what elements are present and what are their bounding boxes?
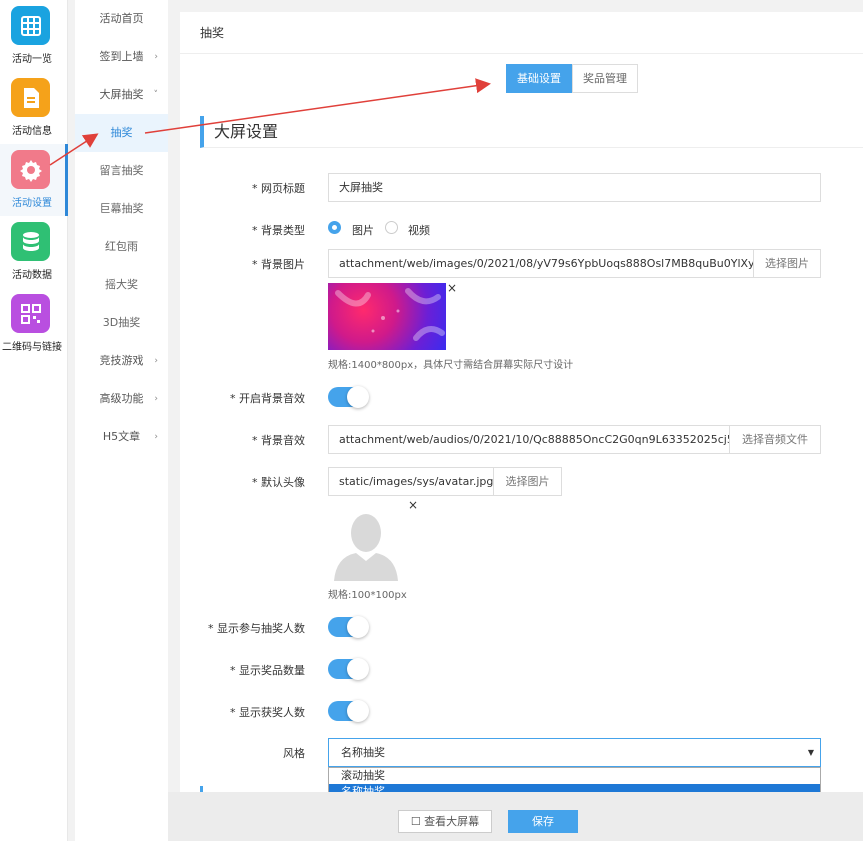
submenu-item-message-lottery[interactable]: 留言抽奖 (75, 152, 168, 190)
bg-sound-label: * 背景音效 (252, 434, 305, 447)
submenu-item-advanced[interactable]: 高级功能 › (75, 380, 168, 418)
remove-bg-image-icon[interactable]: × (447, 281, 457, 295)
submenu-item-3d-lottery[interactable]: 3D抽奖 (75, 304, 168, 342)
submenu-label: 3D抽奖 (102, 316, 141, 329)
submenu-item-giant-screen-lottery[interactable]: 巨幕抽奖 (75, 190, 168, 228)
show-prizes-toggle[interactable] (328, 658, 369, 680)
caret-down-icon: ▼ (807, 748, 814, 757)
rail-label: 活动信息 (12, 126, 52, 137)
rail-label: 二维码与链接 (2, 342, 62, 353)
app-rail: 活动一览 活动信息 活动设置 活动数据 二维码与链接 (0, 0, 68, 841)
avatar-label: * 默认头像 (252, 476, 305, 489)
select-bg-image-button[interactable]: 选择图片 (753, 249, 821, 278)
bg-image-input[interactable]: attachment/web/images/0/2021/08/yV79s6Yp… (328, 249, 754, 278)
radio-video-label: 视频 (408, 224, 430, 237)
show-prizes-label: * 显示奖品数量 (230, 664, 305, 677)
page-title-input[interactable]: 大屏抽奖 (328, 173, 821, 202)
panel-title: 抽奖 (180, 12, 863, 54)
rail-item-activity-list[interactable]: 活动一览 (0, 0, 68, 72)
style-option[interactable]: 滚动抽奖 (329, 768, 820, 784)
submenu-label: 大屏抽奖 (99, 88, 144, 101)
save-button[interactable]: 保存 (508, 810, 578, 833)
rail-label: 活动数据 (12, 270, 52, 281)
chevron-right-icon: › (154, 356, 158, 366)
show-winners-toggle[interactable] (328, 700, 369, 722)
submenu-label: 签到上墙 (99, 50, 144, 63)
submenu-label: 抽奖 (110, 126, 133, 139)
chevron-down-icon: ˅ (153, 90, 159, 100)
submenu-item-home[interactable]: 活动首页 (75, 0, 168, 38)
monitor-icon: ☐ (410, 815, 425, 828)
bg-image-label: * 背景图片 (252, 258, 305, 271)
document-icon (11, 78, 50, 117)
radio-video[interactable] (385, 221, 398, 234)
submenu-label: 巨幕抽奖 (99, 202, 144, 215)
main-panel: 抽奖 基础设置 奖品管理 大屏设置 * 网页标题 大屏抽奖 * 背景类型 图片 … (180, 12, 863, 841)
qrcode-icon (11, 294, 50, 333)
avatar-preview (330, 505, 402, 581)
database-icon (11, 222, 50, 261)
submenu-label: H5文章 (102, 430, 141, 443)
rail-item-activity-info[interactable]: 活动信息 (0, 72, 68, 144)
tab-bar: 基础设置 奖品管理 (506, 64, 638, 93)
chevron-right-icon: › (154, 394, 158, 404)
bg-image-preview (328, 283, 446, 350)
chevron-right-icon: › (154, 432, 158, 442)
avatar-hint: 规格:100*100px (328, 590, 407, 601)
preview-label: 查看大屏幕 (424, 815, 480, 828)
style-select-value: 名称抽奖 (341, 746, 385, 759)
rail-label: 活动一览 (12, 54, 52, 65)
submenu-label: 留言抽奖 (99, 164, 144, 177)
secondary-menu: 活动首页 签到上墙 › 大屏抽奖 ˅ 抽奖 留言抽奖 巨幕抽奖 红包雨 摇大奖 3D… (75, 0, 168, 841)
show-participants-label: * 显示参与抽奖人数 (208, 622, 305, 635)
show-winners-label: * 显示获奖人数 (230, 706, 305, 719)
bg-sound-toggle[interactable] (328, 386, 369, 408)
gear-icon (11, 150, 50, 189)
submenu-label: 高级功能 (99, 392, 144, 405)
select-audio-button[interactable]: 选择音频文件 (729, 425, 821, 454)
avatar-input[interactable]: static/images/sys/avatar.jpg (328, 467, 494, 496)
submenu-item-shake-prize[interactable]: 摇大奖 (75, 266, 168, 304)
radio-image-label: 图片 (352, 224, 374, 237)
rail-item-qrcode-link[interactable]: 二维码与链接 (0, 288, 68, 360)
submenu-label: 红包雨 (105, 240, 138, 253)
submenu-item-lottery[interactable]: 抽奖 (75, 114, 168, 152)
bg-sound-input[interactable]: attachment/web/audios/0/2021/10/Qc88885O… (328, 425, 730, 454)
chevron-right-icon: › (154, 52, 158, 62)
show-participants-toggle[interactable] (328, 616, 369, 638)
section-title: 大屏设置 (200, 116, 863, 148)
bg-image-hint: 规格:1400*800px，具体尺寸需结合屏幕实际尺寸设计 (328, 360, 574, 371)
radio-image[interactable] (328, 221, 341, 234)
remove-avatar-icon[interactable]: × (408, 498, 418, 512)
submenu-item-checkin-wall[interactable]: 签到上墙 › (75, 38, 168, 76)
rail-label: 活动设置 (12, 198, 52, 209)
style-select[interactable]: 名称抽奖 ▼ (328, 738, 821, 767)
submenu-label: 竞技游戏 (99, 354, 144, 367)
submenu-item-h5-article[interactable]: H5文章 › (75, 418, 168, 456)
bottom-action-bar: ☐ 查看大屏幕 保存 (168, 792, 863, 841)
grid-icon (11, 6, 50, 45)
page-title-label: * 网页标题 (252, 182, 305, 195)
submenu-label: 活动首页 (99, 12, 144, 25)
tab-prize-management[interactable]: 奖品管理 (572, 64, 638, 93)
submenu-item-competitive-games[interactable]: 竞技游戏 › (75, 342, 168, 380)
preview-big-screen-button[interactable]: ☐ 查看大屏幕 (398, 810, 492, 833)
style-label: 风格 (283, 747, 305, 760)
rail-item-activity-data[interactable]: 活动数据 (0, 216, 68, 288)
submenu-item-red-packet-rain[interactable]: 红包雨 (75, 228, 168, 266)
bg-type-label: * 背景类型 (252, 224, 305, 237)
bg-sound-toggle-label: * 开启背景音效 (230, 392, 305, 405)
select-avatar-button[interactable]: 选择图片 (493, 467, 562, 496)
submenu-label: 摇大奖 (105, 278, 138, 291)
tab-basic-settings[interactable]: 基础设置 (506, 64, 572, 93)
submenu-item-big-screen-lottery[interactable]: 大屏抽奖 ˅ (75, 76, 168, 114)
rail-item-activity-settings[interactable]: 活动设置 (0, 144, 68, 216)
